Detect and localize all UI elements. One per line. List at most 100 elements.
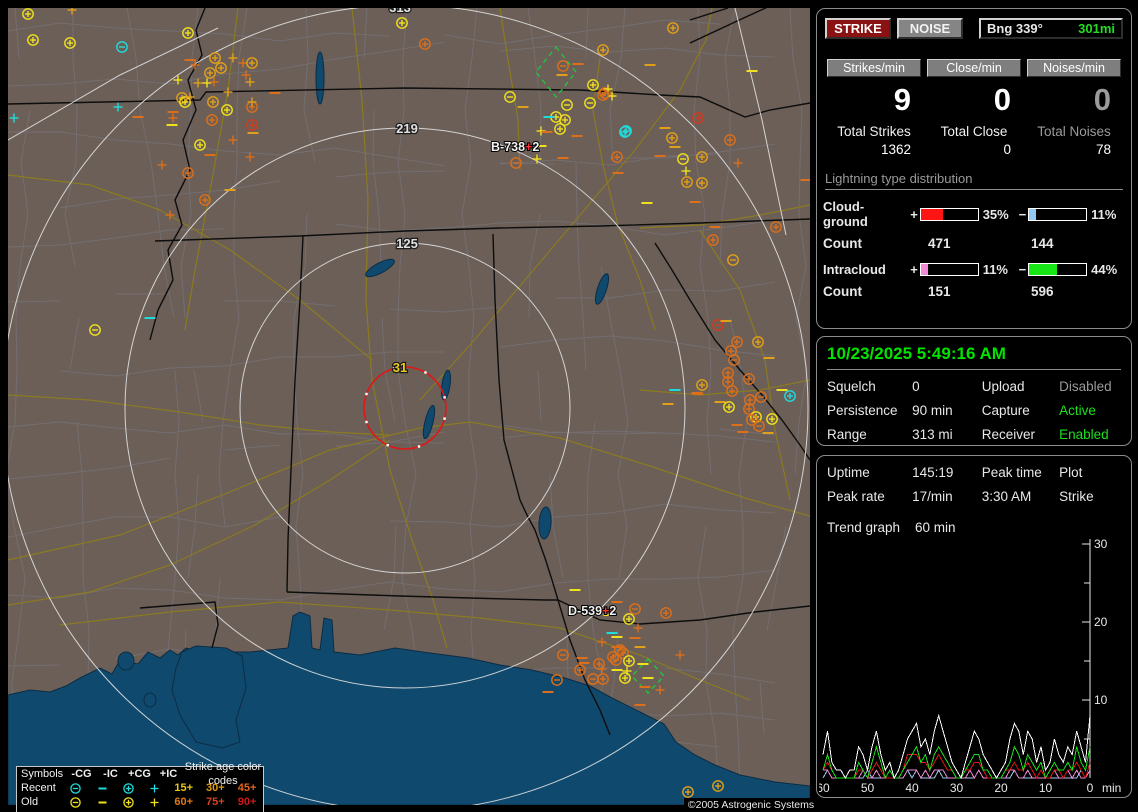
cloud-ground-label: Cloud-ground xyxy=(823,199,908,229)
receiver-label: Receiver xyxy=(982,427,1059,442)
trend-panel: Uptime 145:19 Peak time Plot Peak rate 1… xyxy=(816,455,1132,798)
trend-graph-row: Trend graph 60 min xyxy=(817,520,1131,535)
legend-row-recent-label: Recent xyxy=(21,781,63,795)
cell-label-B-738: B-738+2 xyxy=(491,140,539,154)
bearing-range-readout: Bng 339° 301mi xyxy=(979,18,1123,39)
upload-status: Disabled xyxy=(1059,379,1121,394)
legend-col-neg-cg: -CG xyxy=(67,767,96,781)
receiver-status: Enabled xyxy=(1059,427,1121,442)
strikes-per-min-value: 9 xyxy=(827,82,921,122)
svg-text:20: 20 xyxy=(1094,615,1108,629)
intracloud-row: Intracloud + 11% − 44% xyxy=(823,262,1125,277)
total-strikes-value: 1362 xyxy=(827,142,921,157)
legend-col-pos-cg: +CG xyxy=(125,767,154,781)
total-strikes-label: Total Strikes xyxy=(827,124,921,139)
svg-text:40: 40 xyxy=(905,781,919,794)
minus-sign: − xyxy=(1017,262,1029,277)
ring-label-125: 125 xyxy=(396,236,418,251)
lightning-map[interactable]: 313 219 125 31 B-738+2 D-539+2 Symbols -CG -… xyxy=(8,8,810,805)
intracloud-label: Intracloud xyxy=(823,262,908,277)
stormvue-window: 313 219 125 31 B-738+2 D-539+2 Symbols -CG -… xyxy=(0,0,1138,812)
cloud-ground-row: Cloud-ground + 35% − 11% xyxy=(823,199,1125,229)
map-legend: Symbols -CG -IC +CG +IC Strike age color… xyxy=(16,766,264,812)
age-code-75: 75+ xyxy=(200,795,232,809)
cg-positive-bar xyxy=(920,208,979,221)
cell-label-D-539: D-539+2 xyxy=(568,604,616,618)
squelch-value: 0 xyxy=(912,379,982,394)
svg-text:30: 30 xyxy=(1094,537,1108,551)
ic-negative-bar xyxy=(1028,263,1087,276)
peak-time-label: Peak time xyxy=(982,465,1059,480)
strikes-column: Strikes/min 9 Total Strikes 1362 xyxy=(827,59,921,157)
age-code-90: 90+ xyxy=(231,795,263,809)
ring-label-31: 31 xyxy=(393,360,407,375)
persistence-label: Persistence xyxy=(827,403,912,418)
plus-sign: + xyxy=(908,262,920,277)
cg-positive-pct: 35% xyxy=(983,207,1017,222)
legend-row-old-label: Old xyxy=(21,795,63,809)
strike-mode-button[interactable]: STRIKE xyxy=(825,18,891,39)
persistence-row: Persistence 90 min Capture Active xyxy=(817,403,1131,418)
svg-text:0: 0 xyxy=(1087,781,1094,794)
date-time: 10/23/2025 5:49:16 AM xyxy=(827,344,1121,370)
total-close-value: 0 xyxy=(927,142,1021,157)
uptime-value: 145:19 xyxy=(912,465,982,480)
circle-minus-icon xyxy=(63,782,89,795)
range-label: Range xyxy=(827,427,912,442)
ic-count-row: Count 151 596 xyxy=(823,284,1125,301)
squelch-row: Squelch 0 Upload Disabled xyxy=(817,379,1131,394)
cg-negative-count: 144 xyxy=(1031,236,1054,251)
range-row: Range 313 mi Receiver Enabled xyxy=(817,427,1131,442)
svg-text:min: min xyxy=(1102,781,1121,794)
legend-symbols-label: Symbols xyxy=(21,767,67,781)
peak-time-value: 3:30 AM xyxy=(982,489,1059,504)
minus-icon xyxy=(89,782,115,795)
ring-label-219: 219 xyxy=(396,121,418,136)
plus-sign: + xyxy=(908,207,920,222)
ic-negative-pct: 44% xyxy=(1091,262,1125,277)
uptime-label: Uptime xyxy=(827,465,912,480)
plus-icon xyxy=(142,796,168,809)
age-code-15: 15+ xyxy=(168,781,200,795)
trend-chart-canvas: 1020306050403020100min xyxy=(819,536,1129,794)
close-per-min-button[interactable]: Close/min xyxy=(927,59,1021,77)
age-code-60: 60+ xyxy=(168,795,200,809)
trend-graph-window: 60 min xyxy=(915,520,987,535)
uptime-row: Uptime 145:19 Peak time Plot xyxy=(817,465,1131,480)
total-close-label: Total Close xyxy=(927,124,1021,139)
ic-negative-count: 596 xyxy=(1031,284,1054,299)
legend-col-pos-ic: +IC xyxy=(154,767,183,781)
minus-sign: − xyxy=(1017,207,1029,222)
minus-icon xyxy=(89,796,115,809)
ring-label-313: 313 xyxy=(389,8,411,15)
capture-label: Capture xyxy=(982,403,1059,418)
squelch-label: Squelch xyxy=(827,379,912,394)
noises-per-min-button[interactable]: Noises/min xyxy=(1027,59,1121,77)
peak-rate-label: Peak rate xyxy=(827,489,912,504)
cg-positive-count: 471 xyxy=(928,236,951,251)
strikes-per-min-button[interactable]: Strikes/min xyxy=(827,59,921,77)
bearing-value: Bng 339° xyxy=(987,20,1043,37)
close-column: Close/min 0 Total Close 0 xyxy=(927,59,1021,157)
legend-col-neg-ic: -IC xyxy=(96,767,125,781)
circle-minus-icon xyxy=(63,796,89,809)
map-canvas[interactable]: 313 219 125 31 B-738+2 D-539+2 xyxy=(8,8,810,805)
copyright-text: ©2005 Astrogenic Systems xyxy=(684,798,818,812)
circle-plus-icon xyxy=(115,796,141,809)
peak-rate-value: 17/min xyxy=(912,489,982,504)
persistence-value: 90 min xyxy=(912,403,982,418)
noises-column: Noises/min 0 Total Noises 78 xyxy=(1027,59,1121,157)
capture-status: Active xyxy=(1059,403,1121,418)
trend-chart: 1020306050403020100min xyxy=(819,536,1129,799)
noise-mode-button[interactable]: NOISE xyxy=(897,18,963,39)
count-label: Count xyxy=(823,236,862,251)
upload-label: Upload xyxy=(982,379,1059,394)
peak-rate-row: Peak rate 17/min 3:30 AM Strike xyxy=(817,489,1131,504)
range-value: 301mi xyxy=(1078,20,1115,37)
cg-negative-bar xyxy=(1028,208,1087,221)
circle-plus-icon xyxy=(115,782,141,795)
distribution-header: Lightning type distribution xyxy=(825,171,1123,190)
ic-positive-count: 151 xyxy=(928,284,951,299)
trend-graph-label: Trend graph xyxy=(827,520,915,535)
cg-negative-pct: 11% xyxy=(1091,207,1125,222)
